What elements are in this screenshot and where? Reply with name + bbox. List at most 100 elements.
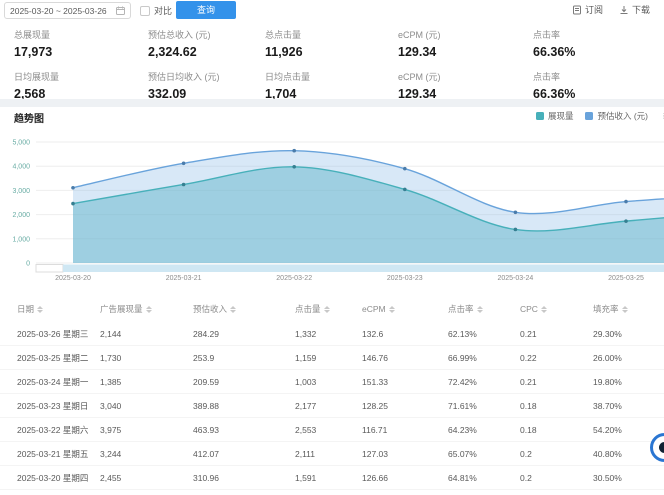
- stat-cell: 预估总收入 (元)2,324.62: [148, 28, 265, 59]
- data-point[interactable]: [403, 167, 407, 171]
- table-cell: 463.93: [193, 425, 295, 435]
- query-button[interactable]: 查询: [176, 1, 236, 19]
- data-point[interactable]: [292, 165, 296, 169]
- legend-label: 展现量: [548, 110, 574, 122]
- x-axis-tick-label: 2025-03-24: [497, 275, 533, 282]
- table-cell: 38.70%: [593, 401, 664, 411]
- sort-icon[interactable]: [389, 306, 395, 313]
- compare-toggle[interactable]: 对比: [140, 4, 172, 17]
- trend-chart[interactable]: 5,0004,0003,0002,0001,00002025-03-202025…: [0, 128, 664, 284]
- data-point[interactable]: [624, 200, 628, 204]
- compare-checkbox[interactable]: [140, 6, 150, 16]
- table-cell: 389.88: [193, 401, 295, 411]
- y-axis-tick-label: 0: [26, 261, 30, 268]
- stat-label: 预估日均收入 (元): [148, 70, 265, 83]
- table-cell: 3,040: [100, 401, 193, 411]
- sort-icon[interactable]: [146, 306, 152, 313]
- header-label: 广告展现量: [100, 303, 143, 315]
- stat-label: 日均点击量: [265, 70, 398, 83]
- table-cell: 2025-03-23 星期日: [17, 400, 100, 412]
- toolbar: 2025-03-20 ~ 2025-03-26 对比 查询 订阅 下载: [0, 0, 664, 21]
- sort-icon[interactable]: [622, 306, 628, 313]
- data-point[interactable]: [514, 210, 518, 214]
- x-axis-tick-label: 2025-03-25: [608, 275, 644, 282]
- table-header-6[interactable]: CPC: [520, 304, 593, 314]
- legend-swatch: [585, 112, 593, 120]
- stat-cell: 总点击量11,926: [265, 28, 398, 59]
- table-cell: 116.71: [362, 425, 448, 435]
- sort-icon[interactable]: [477, 306, 483, 313]
- table-header-3[interactable]: 点击量: [295, 303, 362, 315]
- table-header-2[interactable]: 预估收入: [193, 303, 295, 315]
- data-point[interactable]: [514, 228, 518, 232]
- download-button[interactable]: 下载: [619, 3, 650, 16]
- table-cell: 126.66: [362, 473, 448, 483]
- sort-icon[interactable]: [324, 306, 330, 313]
- y-axis-tick-label: 5,000: [12, 140, 30, 147]
- subscribe-button[interactable]: 订阅: [572, 3, 603, 16]
- table-row: 2025-03-20 星期四2,455310.961,591126.6664.8…: [0, 466, 664, 490]
- table-cell: 1,591: [295, 473, 362, 483]
- header-label: 点击率: [448, 303, 474, 315]
- x-axis-tick-label: 2025-03-20: [55, 275, 91, 282]
- date-range-value: 2025-03-20 ~ 2025-03-26: [10, 6, 112, 16]
- data-point[interactable]: [292, 149, 296, 153]
- table-cell: 2025-03-26 星期三: [17, 328, 100, 340]
- datazoom-handle[interactable]: [36, 265, 63, 273]
- table-header-5[interactable]: 点击率: [448, 303, 520, 315]
- table-cell: 146.76: [362, 353, 448, 363]
- table-cell: 65.07%: [448, 449, 520, 459]
- header-label: 点击量: [295, 303, 321, 315]
- legend-item[interactable]: 展现量: [536, 110, 574, 122]
- y-axis-tick-label: 4,000: [12, 164, 30, 171]
- table-cell: 2,111: [295, 449, 362, 459]
- date-range-picker[interactable]: 2025-03-20 ~ 2025-03-26: [4, 2, 131, 19]
- daily-data-table: 日期广告展现量 预估收入 点击量 eCPM点击率 CPC 填充率 2025-03-26 星…: [0, 296, 664, 490]
- data-point[interactable]: [71, 202, 75, 206]
- table-cell: 2,177: [295, 401, 362, 411]
- subscribe-icon: [572, 5, 582, 15]
- stat-value: 17,973: [14, 45, 148, 59]
- stat-label: eCPM (元): [398, 28, 533, 41]
- header-label: CPC: [520, 304, 538, 314]
- table-cell: 2025-03-22 星期六: [17, 424, 100, 436]
- data-point[interactable]: [71, 186, 75, 190]
- sort-icon[interactable]: [37, 306, 43, 313]
- trend-chart-canvas[interactable]: 5,0004,0003,0002,0001,00002025-03-202025…: [0, 128, 664, 284]
- sort-icon[interactable]: [230, 306, 236, 313]
- stat-cell: eCPM (元)129.34: [398, 28, 533, 59]
- table-cell: 1,332: [295, 329, 362, 339]
- stat-cell: 预估日均收入 (元)332.09: [148, 70, 265, 101]
- table-cell: 151.33: [362, 377, 448, 387]
- data-point[interactable]: [624, 219, 628, 223]
- table-cell: 0.22: [520, 353, 593, 363]
- data-point[interactable]: [182, 161, 186, 165]
- stat-label: 点击率: [533, 28, 664, 41]
- table-body: 2025-03-26 星期三2,144284.291,332132.662.13…: [0, 322, 664, 490]
- table-header-date[interactable]: 日期: [17, 303, 100, 315]
- table-cell: 2,144: [100, 329, 193, 339]
- data-point[interactable]: [403, 188, 407, 192]
- y-axis-tick-label: 2,000: [12, 212, 30, 219]
- datazoom-strip[interactable]: [63, 265, 664, 273]
- chart-title: 趋势图: [14, 110, 44, 125]
- table-header-7[interactable]: 填充率: [593, 303, 664, 315]
- table-cell: 2025-03-21 星期五: [17, 448, 100, 460]
- compare-label: 对比: [154, 4, 172, 17]
- table-row: 2025-03-22 星期六3,975463.932,553116.7164.2…: [0, 418, 664, 442]
- data-point[interactable]: [182, 183, 186, 187]
- sort-icon[interactable]: [541, 306, 547, 313]
- table-cell: 127.03: [362, 449, 448, 459]
- table-cell: 132.6: [362, 329, 448, 339]
- table-cell: 310.96: [193, 473, 295, 483]
- stats-row-totals: 总展现量17,973预估总收入 (元)2,324.62总点击量11,926eCP…: [0, 22, 664, 64]
- header-label: 预估收入: [193, 303, 227, 315]
- table-cell: 0.2: [520, 449, 593, 459]
- table-header-4[interactable]: eCPM: [362, 304, 448, 314]
- table-header-1[interactable]: 广告展现量: [100, 303, 193, 315]
- calendar-icon: [116, 6, 125, 15]
- table-cell: 253.9: [193, 353, 295, 363]
- table-row: 2025-03-21 星期五3,244412.072,111127.0365.0…: [0, 442, 664, 466]
- legend-item[interactable]: 预估收入 (元): [585, 110, 648, 122]
- x-axis-tick-label: 2025-03-21: [166, 275, 202, 282]
